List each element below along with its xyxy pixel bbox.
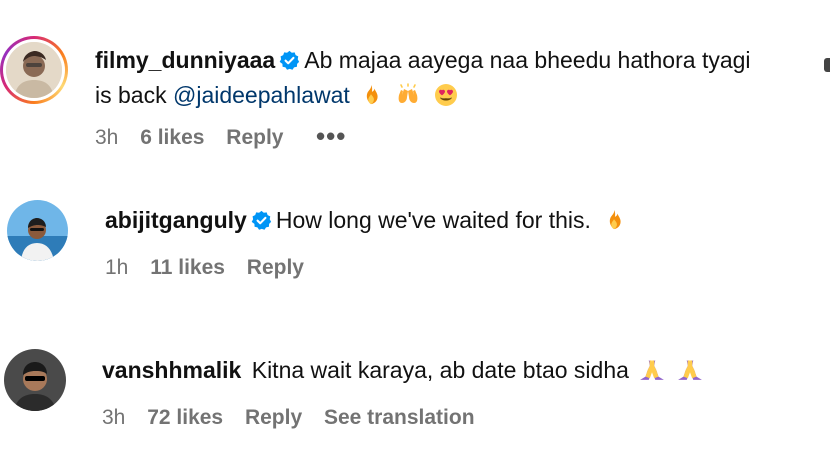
comment-meta: 3h 6 likes Reply bbox=[95, 126, 283, 150]
story-ring[interactable] bbox=[0, 36, 68, 104]
timestamp: 1h bbox=[105, 256, 129, 279]
comment-text-continued: is back bbox=[95, 82, 173, 108]
comment-meta: 1h 11 likes Reply bbox=[105, 256, 304, 280]
see-translation-button[interactable]: See translation bbox=[324, 406, 475, 429]
raising-hands-emoji-icon bbox=[396, 83, 420, 107]
more-options-icon[interactable]: ••• bbox=[316, 121, 346, 152]
comment-text-line-2: is back @jaideepahlawat bbox=[95, 80, 458, 110]
comment-text-line-1: abijitganguly How long we've waited for t… bbox=[105, 205, 625, 235]
fire-emoji-icon bbox=[360, 83, 382, 107]
avatar[interactable] bbox=[6, 42, 62, 98]
avatar[interactable] bbox=[7, 200, 68, 261]
clipped-like-icon[interactable] bbox=[824, 58, 830, 72]
reply-button[interactable]: Reply bbox=[247, 256, 304, 279]
username[interactable]: filmy_dunniyaaa bbox=[95, 47, 275, 73]
verified-badge-icon bbox=[279, 50, 300, 71]
timestamp: 3h bbox=[95, 126, 119, 149]
comment-meta: 3h 72 likes Reply See translation bbox=[102, 406, 475, 430]
avatar[interactable] bbox=[4, 349, 66, 411]
likes-count[interactable]: 72 likes bbox=[147, 406, 223, 429]
comment-text-line-1: vanshhmalik Kitna wait karaya, ab date b… bbox=[102, 355, 703, 385]
folded-hands-emoji-icon bbox=[677, 356, 703, 382]
reply-button[interactable]: Reply bbox=[226, 126, 283, 149]
comment-text-line-1: filmy_dunniyaaa Ab majaa aayega naa bheed… bbox=[95, 45, 751, 75]
heart-eyes-emoji-icon bbox=[434, 83, 458, 107]
verified-badge-icon bbox=[251, 210, 272, 231]
comment-text: Ab majaa aayega naa bheedu hathora tyagi bbox=[304, 47, 751, 73]
likes-count[interactable]: 11 likes bbox=[150, 256, 225, 279]
likes-count[interactable]: 6 likes bbox=[140, 126, 204, 149]
fire-emoji-icon bbox=[603, 208, 625, 232]
folded-hands-emoji-icon bbox=[639, 356, 665, 382]
comment-text: How long we've waited for this. bbox=[275, 207, 591, 233]
reply-button[interactable]: Reply bbox=[245, 406, 302, 429]
username[interactable]: abijitganguly bbox=[105, 207, 247, 233]
timestamp: 3h bbox=[102, 406, 126, 429]
mention-link[interactable]: @jaideepahlawat bbox=[173, 82, 350, 108]
username[interactable]: vanshhmalik bbox=[102, 357, 241, 383]
comment-text: Kitna wait karaya, ab date btao sidha bbox=[251, 357, 629, 383]
